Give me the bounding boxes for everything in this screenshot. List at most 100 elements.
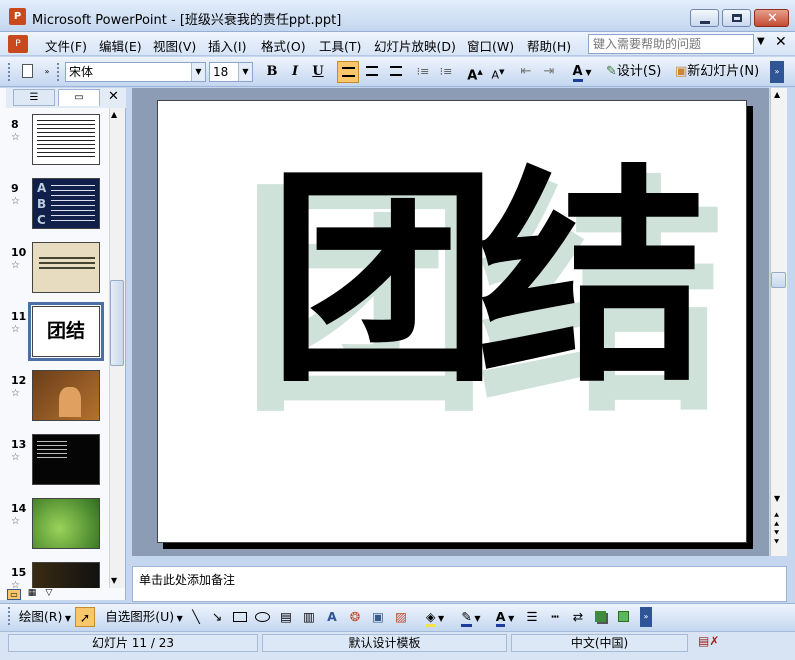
autoshapes-button[interactable]: 自选图形(U) ▼ — [104, 607, 184, 627]
menu-file[interactable]: 文件(F) — [45, 36, 87, 55]
line-style-icon[interactable]: ☰ — [523, 607, 541, 627]
toolbar-grip[interactable] — [8, 63, 11, 81]
align-right-icon — [390, 66, 402, 76]
font-name-select[interactable]: 宋体 ▼ — [65, 62, 206, 82]
chevron-down-icon[interactable]: ▼ — [191, 63, 205, 81]
menu-insert[interactable]: 插入(I) — [208, 36, 246, 55]
arrow-style-icon[interactable]: ⇄ — [569, 607, 587, 627]
align-left-button[interactable] — [337, 61, 359, 83]
slide-scroll-thumb[interactable] — [771, 272, 786, 288]
chevron-down-icon[interactable]: ▼ — [238, 63, 252, 81]
slide-thumbnail-8[interactable] — [32, 114, 100, 165]
fill-color-button[interactable]: ◈ ▼ — [420, 607, 450, 627]
slide-thumbnail-9[interactable]: ABC — [32, 178, 100, 229]
slide-thumbnail-10[interactable] — [32, 242, 100, 293]
shadow-style-icon[interactable] — [592, 607, 610, 627]
italic-button[interactable]: I — [285, 61, 305, 83]
scroll-down-icon[interactable]: ▼ — [111, 576, 117, 585]
diagram-icon[interactable]: ❂ — [346, 607, 364, 627]
close-document-icon[interactable]: ✕ — [775, 34, 787, 50]
oval-icon[interactable] — [254, 607, 272, 627]
menu-window[interactable]: 窗口(W) — [467, 36, 514, 55]
tab-slides[interactable]: ▭ — [58, 89, 100, 106]
slide-title-text[interactable]: 团结 — [238, 121, 718, 441]
slide-thumbnail-13[interactable] — [32, 434, 100, 485]
notes-pane[interactable]: 单击此处添加备注 — [132, 566, 787, 602]
minimize-button[interactable] — [690, 9, 719, 27]
scroll-down-icon[interactable]: ▼ — [774, 494, 780, 503]
slide-thumbnail-12[interactable] — [32, 370, 100, 421]
vertical-textbox-icon[interactable]: ▥ — [300, 607, 318, 627]
rectangle-icon[interactable] — [231, 607, 249, 627]
menu-help[interactable]: 帮助(H) — [527, 36, 571, 55]
bold-button[interactable]: B — [262, 61, 282, 83]
font-color-button[interactable]: A ▼ — [567, 61, 597, 83]
select-objects-icon[interactable]: ➚ — [75, 607, 95, 627]
draw-label: 绘图(R) — [18, 609, 63, 624]
design-template-status[interactable]: 默认设计模板 — [262, 634, 507, 652]
align-center-button[interactable] — [361, 61, 383, 83]
thumbnail-scroll-thumb[interactable] — [110, 280, 124, 366]
decrease-indent-icon[interactable]: ⇤ — [516, 61, 536, 83]
clipart-icon[interactable]: ▣ — [369, 607, 387, 627]
powerpoint-icon[interactable]: P — [9, 8, 26, 25]
toolbar-grip[interactable] — [57, 63, 60, 81]
toolbar-grip[interactable] — [8, 607, 11, 625]
draw-menu-button[interactable]: 绘图(R) ▼ — [18, 607, 72, 627]
underline-button[interactable]: U — [308, 61, 328, 83]
close-button[interactable]: ✕ — [754, 9, 789, 27]
draw-font-color-button[interactable]: A ▼ — [490, 607, 520, 627]
line-color-button[interactable]: ✎ ▼ — [456, 607, 486, 627]
slide-thumbnail-14[interactable] — [32, 498, 100, 549]
menu-slideshow[interactable]: 幻灯片放映(D) — [374, 36, 456, 55]
align-right-button[interactable] — [385, 61, 407, 83]
slide-scrollbar[interactable] — [770, 88, 787, 556]
slide-sorter-icon[interactable]: ▦ — [25, 589, 39, 600]
current-slide[interactable]: 团结 团结 — [157, 100, 747, 543]
slide-thumbnail-15[interactable] — [32, 562, 100, 588]
increase-indent-icon[interactable]: ⇥ — [539, 61, 559, 83]
design-button[interactable]: ✎设计(S) — [606, 61, 670, 83]
line-icon[interactable]: ╲ — [187, 607, 205, 627]
increase-font-icon[interactable]: A▲ — [465, 61, 485, 83]
picture-icon[interactable]: ▨ — [392, 607, 410, 627]
menu-edit[interactable]: 编辑(E) — [99, 36, 142, 55]
scroll-up-icon[interactable]: ▲ — [774, 90, 780, 99]
line-color-icon: ✎ — [461, 609, 472, 627]
design-label: 设计(S) — [616, 64, 662, 79]
3d-style-icon[interactable] — [615, 607, 633, 627]
wordart-icon[interactable]: A — [323, 607, 341, 627]
font-name-value: 宋体 — [69, 65, 94, 79]
new-slide-button[interactable]: ▣新幻灯片(N) — [675, 61, 763, 83]
previous-slide-icon[interactable]: ⯅ ⯅ — [773, 512, 780, 530]
new-document-icon[interactable] — [17, 61, 39, 83]
slides-icon: ▭ — [74, 92, 84, 103]
spelling-status-icon[interactable]: ▤✗ — [698, 634, 724, 650]
restore-button[interactable] — [722, 9, 751, 27]
help-search-input[interactable]: 键入需要帮助的问题 — [588, 34, 754, 54]
normal-view-icon[interactable]: ▭ — [7, 589, 21, 600]
tab-outline[interactable]: ☰ — [13, 89, 55, 106]
slide-thumbnail-11[interactable]: 团结 — [32, 306, 100, 357]
notes-splitter[interactable] — [132, 556, 787, 566]
menu-tools[interactable]: 工具(T) — [319, 36, 361, 55]
document-icon[interactable]: P — [8, 35, 28, 53]
toolbar-options-icon[interactable]: » — [640, 607, 652, 627]
bullets-icon[interactable]: ⁝≡ — [436, 61, 456, 83]
toolbar-overflow-icon[interactable]: » — [41, 61, 53, 83]
numbering-icon[interactable]: ⁝≡ — [413, 61, 433, 83]
slideshow-icon[interactable]: ▽ — [42, 589, 56, 600]
toolbar-options-icon[interactable]: » — [770, 61, 784, 83]
dash-style-icon[interactable]: ┅ — [546, 607, 564, 627]
menu-format[interactable]: 格式(O) — [261, 36, 306, 55]
scroll-up-icon[interactable]: ▲ — [111, 110, 117, 119]
textbox-icon[interactable]: ▤ — [277, 607, 295, 627]
decrease-font-icon[interactable]: A▼ — [488, 61, 508, 83]
next-slide-icon[interactable]: ⯆ ⯆ — [773, 530, 780, 548]
arrow-icon[interactable]: ↘ — [208, 607, 226, 627]
chevron-down-icon[interactable]: ▼ — [757, 36, 765, 47]
menu-view[interactable]: 视图(V) — [153, 36, 196, 55]
design-icon: ✎ — [606, 64, 617, 79]
font-size-select[interactable]: 18 ▼ — [209, 62, 253, 82]
close-panel-icon[interactable]: ✕ — [108, 89, 119, 104]
